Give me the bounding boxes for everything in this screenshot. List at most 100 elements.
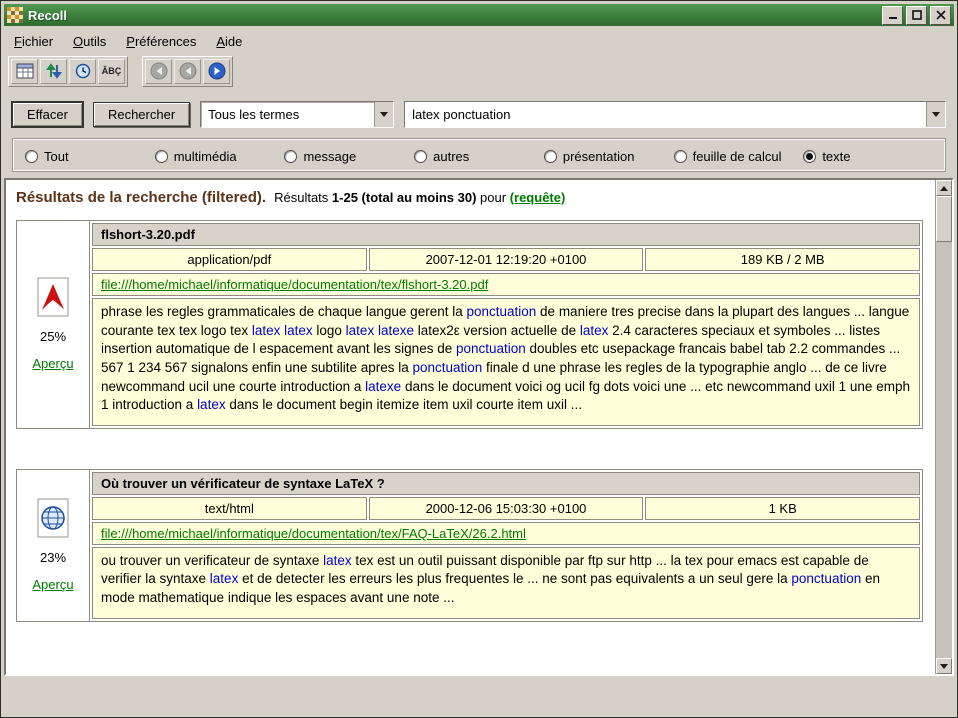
- filter-radio-presentation[interactable]: présentation: [544, 147, 674, 165]
- query-combobox: [404, 101, 946, 128]
- filter-radio-autres[interactable]: autres: [414, 147, 544, 165]
- history-button[interactable]: [69, 59, 96, 84]
- menu-fichier[interactable]: Fichier: [14, 34, 53, 49]
- first-page-icon: [150, 62, 168, 80]
- filter-label: message: [303, 149, 356, 164]
- filter-radio-multimedia[interactable]: multimédia: [155, 147, 285, 165]
- minimize-button[interactable]: [882, 6, 903, 25]
- preview-link[interactable]: Aperçu: [32, 356, 73, 371]
- app-icon: [7, 7, 23, 23]
- result-abstract: phrase les regles grammaticales de chaqu…: [92, 298, 920, 426]
- query-input[interactable]: [405, 102, 926, 127]
- filter-label: texte: [822, 149, 850, 164]
- results-range: 1-25 (total au moins 30): [332, 190, 476, 205]
- menu-aide[interactable]: Aide: [216, 34, 242, 49]
- result-item: 25% Aperçu flshort-3.20.pdf application/…: [16, 220, 923, 429]
- search-button[interactable]: Rechercher: [93, 102, 190, 127]
- results-scrollbar[interactable]: [935, 180, 952, 674]
- result-size: 1 KB: [645, 497, 920, 520]
- chevron-down-icon: [374, 102, 393, 127]
- titlebar[interactable]: Recoll: [4, 4, 954, 26]
- result-filename: flshort-3.20.pdf: [92, 223, 920, 246]
- search-controls: Effacer Rechercher Tous les termes: [4, 89, 954, 135]
- spellcheck-icon: ÂBÇ: [102, 66, 122, 76]
- result-url-cell: file:///home/michael/informatique/docume…: [92, 273, 920, 296]
- filter-label: Tout: [44, 149, 69, 164]
- menu-preferences[interactable]: Préférences: [126, 34, 196, 49]
- result-url-cell: file:///home/michael/informatique/docume…: [92, 522, 920, 545]
- pour-word: pour: [480, 190, 506, 205]
- filter-label: feuille de calcul: [693, 149, 782, 164]
- result-size: 189 KB / 2 MB: [645, 248, 920, 271]
- table-icon: [16, 63, 34, 79]
- filter-radio-feuille-de-calcul[interactable]: feuille de calcul: [674, 147, 804, 165]
- close-button[interactable]: [930, 6, 951, 25]
- relevance-percent: 25%: [40, 329, 66, 344]
- result-mime: text/html: [92, 497, 367, 520]
- filter-label: présentation: [563, 149, 635, 164]
- prev-page-icon: [179, 62, 197, 80]
- scroll-down-button[interactable]: [936, 658, 952, 674]
- sort-button[interactable]: [40, 59, 67, 84]
- filter-radio-message[interactable]: message: [284, 147, 414, 165]
- recoll-window: Recoll Fichier Outils Préférences Aide: [0, 0, 958, 718]
- radio-icon: [155, 150, 168, 163]
- clear-search-button[interactable]: [11, 59, 38, 84]
- window-controls: [879, 6, 951, 25]
- scrollbar-thumb[interactable]: [936, 196, 952, 242]
- results-count-word: Résultats: [274, 190, 328, 205]
- radio-icon: [544, 150, 557, 163]
- chevron-down-icon[interactable]: [926, 102, 945, 127]
- first-page-button[interactable]: [145, 59, 172, 84]
- result-mime: application/pdf: [92, 248, 367, 271]
- close-icon: [936, 10, 946, 20]
- relevance-percent: 23%: [40, 550, 66, 565]
- window-title: Recoll: [28, 8, 874, 23]
- result-abstract: ou trouver un verificateur de syntaxe la…: [92, 547, 920, 619]
- html-globe-icon: [36, 498, 70, 538]
- radio-icon: [803, 150, 816, 163]
- preview-link[interactable]: Aperçu: [32, 577, 73, 592]
- filter-radio-texte[interactable]: texte: [803, 147, 933, 165]
- result-meta-row: application/pdf 2007-12-01 12:19:20 +010…: [92, 248, 920, 271]
- result-item: 23% Aperçu Où trouver un vérificateur de…: [16, 469, 923, 622]
- category-filter-bar: Tout multimédia message autres présentat…: [12, 138, 946, 172]
- maximize-icon: [912, 10, 922, 20]
- maximize-button[interactable]: [906, 6, 927, 25]
- query-details-link[interactable]: (requête): [510, 190, 566, 205]
- next-page-button[interactable]: [203, 59, 230, 84]
- result-details: Où trouver un vérificateur de syntaxe La…: [90, 470, 922, 621]
- result-date: 2007-12-01 12:19:20 +0100: [369, 248, 644, 271]
- clock-icon: [75, 63, 91, 79]
- menubar: Fichier Outils Préférences Aide: [4, 26, 954, 53]
- pdf-file-icon: [36, 277, 70, 317]
- result-url-link[interactable]: file:///home/michael/informatique/docume…: [101, 277, 488, 292]
- next-page-icon: [208, 62, 226, 80]
- scrollbar-track[interactable]: [936, 242, 952, 658]
- radio-icon: [674, 150, 687, 163]
- result-side: 25% Aperçu: [17, 221, 90, 428]
- search-mode-select[interactable]: Tous les termes: [200, 101, 394, 128]
- results-area: Résultats de la recherche (filtered).Rés…: [4, 178, 954, 676]
- toolbar-group-nav: [142, 56, 233, 87]
- toolbar-group-main: ÂBÇ: [8, 56, 128, 87]
- result-side: 23% Aperçu: [17, 470, 90, 621]
- prev-page-button[interactable]: [174, 59, 201, 84]
- clear-button[interactable]: Effacer: [12, 102, 83, 127]
- results-list: Résultats de la recherche (filtered).Rés…: [6, 180, 935, 674]
- sort-arrows-icon: [46, 63, 62, 79]
- search-mode-value: Tous les termes: [201, 102, 374, 127]
- toolbar: ÂBÇ: [4, 53, 954, 89]
- result-details: flshort-3.20.pdf application/pdf 2007-12…: [90, 221, 922, 428]
- status-bar: [4, 676, 954, 714]
- filter-label: multimédia: [174, 149, 237, 164]
- radio-icon: [25, 150, 38, 163]
- term-explorer-button[interactable]: ÂBÇ: [98, 59, 125, 84]
- radio-icon: [284, 150, 297, 163]
- filter-radio-tout[interactable]: Tout: [25, 147, 155, 165]
- scroll-up-button[interactable]: [936, 180, 952, 196]
- result-url-link[interactable]: file:///home/michael/informatique/docume…: [101, 526, 526, 541]
- result-meta-row: text/html 2000-12-06 15:03:30 +0100 1 KB: [92, 497, 920, 520]
- results-header: Résultats de la recherche (filtered).Rés…: [16, 189, 927, 206]
- menu-outils[interactable]: Outils: [73, 34, 106, 49]
